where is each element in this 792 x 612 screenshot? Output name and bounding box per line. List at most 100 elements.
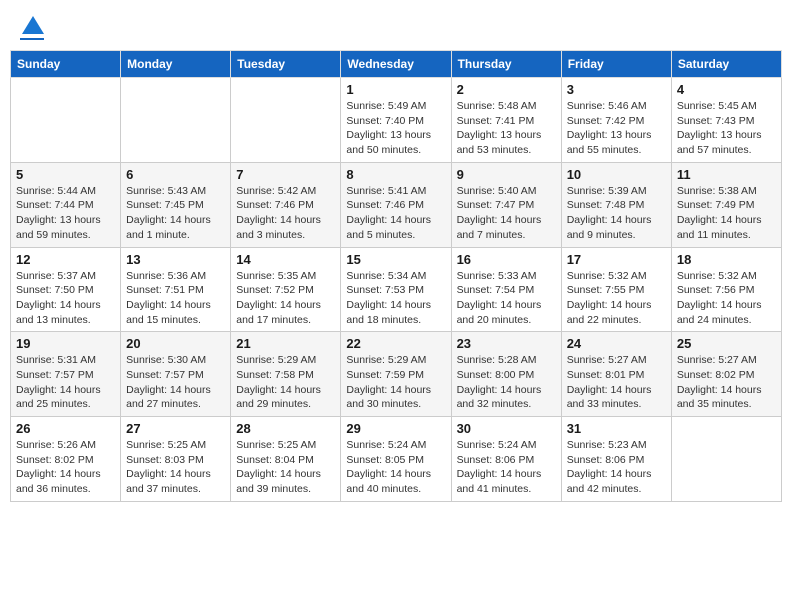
day-number: 11 xyxy=(677,167,776,182)
day-info: Sunrise: 5:29 AMSunset: 7:58 PMDaylight:… xyxy=(236,353,335,412)
calendar-cell xyxy=(121,78,231,163)
calendar-cell: 28 Sunrise: 5:25 AMSunset: 8:04 PMDayligh… xyxy=(231,417,341,502)
calendar-week-4: 19 Sunrise: 5:31 AMSunset: 7:57 PMDayligh… xyxy=(11,332,782,417)
calendar-cell: 14 Sunrise: 5:35 AMSunset: 7:52 PMDayligh… xyxy=(231,247,341,332)
day-number: 10 xyxy=(567,167,666,182)
calendar-cell: 29 Sunrise: 5:24 AMSunset: 8:05 PMDayligh… xyxy=(341,417,451,502)
day-number: 18 xyxy=(677,252,776,267)
day-info: Sunrise: 5:48 AMSunset: 7:41 PMDaylight:… xyxy=(457,99,556,158)
day-info: Sunrise: 5:45 AMSunset: 7:43 PMDaylight:… xyxy=(677,99,776,158)
day-info: Sunrise: 5:44 AMSunset: 7:44 PMDaylight:… xyxy=(16,184,115,243)
day-number: 31 xyxy=(567,421,666,436)
day-info: Sunrise: 5:28 AMSunset: 8:00 PMDaylight:… xyxy=(457,353,556,412)
calendar-cell: 10 Sunrise: 5:39 AMSunset: 7:48 PMDayligh… xyxy=(561,162,671,247)
page-header xyxy=(10,10,782,44)
calendar-week-2: 5 Sunrise: 5:44 AMSunset: 7:44 PMDaylight… xyxy=(11,162,782,247)
day-info: Sunrise: 5:33 AMSunset: 7:54 PMDaylight:… xyxy=(457,269,556,328)
day-info: Sunrise: 5:32 AMSunset: 7:55 PMDaylight:… xyxy=(567,269,666,328)
day-number: 6 xyxy=(126,167,225,182)
day-info: Sunrise: 5:43 AMSunset: 7:45 PMDaylight:… xyxy=(126,184,225,243)
day-number: 15 xyxy=(346,252,445,267)
day-number: 14 xyxy=(236,252,335,267)
day-info: Sunrise: 5:36 AMSunset: 7:51 PMDaylight:… xyxy=(126,269,225,328)
weekday-header-monday: Monday xyxy=(121,51,231,78)
day-number: 7 xyxy=(236,167,335,182)
day-info: Sunrise: 5:29 AMSunset: 7:59 PMDaylight:… xyxy=(346,353,445,412)
weekday-header-thursday: Thursday xyxy=(451,51,561,78)
day-info: Sunrise: 5:25 AMSunset: 8:04 PMDaylight:… xyxy=(236,438,335,497)
weekday-header-wednesday: Wednesday xyxy=(341,51,451,78)
calendar-header-row: SundayMondayTuesdayWednesdayThursdayFrid… xyxy=(11,51,782,78)
calendar-week-3: 12 Sunrise: 5:37 AMSunset: 7:50 PMDayligh… xyxy=(11,247,782,332)
calendar-cell: 9 Sunrise: 5:40 AMSunset: 7:47 PMDaylight… xyxy=(451,162,561,247)
day-number: 5 xyxy=(16,167,115,182)
day-number: 12 xyxy=(16,252,115,267)
day-info: Sunrise: 5:31 AMSunset: 7:57 PMDaylight:… xyxy=(16,353,115,412)
day-info: Sunrise: 5:24 AMSunset: 8:05 PMDaylight:… xyxy=(346,438,445,497)
day-info: Sunrise: 5:35 AMSunset: 7:52 PMDaylight:… xyxy=(236,269,335,328)
day-number: 26 xyxy=(16,421,115,436)
logo-triangle-icon xyxy=(22,14,44,36)
calendar-cell: 16 Sunrise: 5:33 AMSunset: 7:54 PMDayligh… xyxy=(451,247,561,332)
calendar-cell: 27 Sunrise: 5:25 AMSunset: 8:03 PMDayligh… xyxy=(121,417,231,502)
calendar-cell: 23Sunrise: 5:28 AMSunset: 8:00 PMDayligh… xyxy=(451,332,561,417)
day-number: 8 xyxy=(346,167,445,182)
day-number: 25 xyxy=(677,336,776,351)
day-info: Sunrise: 5:26 AMSunset: 8:02 PMDaylight:… xyxy=(16,438,115,497)
day-number: 28 xyxy=(236,421,335,436)
day-info: Sunrise: 5:27 AMSunset: 8:02 PMDaylight:… xyxy=(677,353,776,412)
day-info: Sunrise: 5:34 AMSunset: 7:53 PMDaylight:… xyxy=(346,269,445,328)
day-number: 1 xyxy=(346,82,445,97)
day-info: Sunrise: 5:46 AMSunset: 7:42 PMDaylight:… xyxy=(567,99,666,158)
day-number: 24 xyxy=(567,336,666,351)
day-number: 13 xyxy=(126,252,225,267)
calendar-cell: 3 Sunrise: 5:46 AMSunset: 7:42 PMDaylight… xyxy=(561,78,671,163)
day-info: Sunrise: 5:42 AMSunset: 7:46 PMDaylight:… xyxy=(236,184,335,243)
day-number: 21 xyxy=(236,336,335,351)
day-info: Sunrise: 5:39 AMSunset: 7:48 PMDaylight:… xyxy=(567,184,666,243)
calendar-week-5: 26 Sunrise: 5:26 AMSunset: 8:02 PMDayligh… xyxy=(11,417,782,502)
calendar-table: SundayMondayTuesdayWednesdayThursdayFrid… xyxy=(10,50,782,502)
weekday-header-friday: Friday xyxy=(561,51,671,78)
weekday-header-saturday: Saturday xyxy=(671,51,781,78)
calendar-cell: 25 Sunrise: 5:27 AMSunset: 8:02 PMDayligh… xyxy=(671,332,781,417)
calendar-cell: 13 Sunrise: 5:36 AMSunset: 7:51 PMDayligh… xyxy=(121,247,231,332)
calendar-cell: 21 Sunrise: 5:29 AMSunset: 7:58 PMDayligh… xyxy=(231,332,341,417)
day-info: Sunrise: 5:40 AMSunset: 7:47 PMDaylight:… xyxy=(457,184,556,243)
calendar-cell xyxy=(671,417,781,502)
calendar-cell: 24 Sunrise: 5:27 AMSunset: 8:01 PMDayligh… xyxy=(561,332,671,417)
day-number: 19 xyxy=(16,336,115,351)
day-number: 22 xyxy=(346,336,445,351)
calendar-cell: 18Sunrise: 5:32 AMSunset: 7:56 PMDayligh… xyxy=(671,247,781,332)
day-info: Sunrise: 5:23 AMSunset: 8:06 PMDaylight:… xyxy=(567,438,666,497)
day-number: 29 xyxy=(346,421,445,436)
weekday-header-tuesday: Tuesday xyxy=(231,51,341,78)
calendar-cell: 1 Sunrise: 5:49 AMSunset: 7:40 PMDaylight… xyxy=(341,78,451,163)
day-info: Sunrise: 5:49 AMSunset: 7:40 PMDaylight:… xyxy=(346,99,445,158)
calendar-cell: 17Sunrise: 5:32 AMSunset: 7:55 PMDayligh… xyxy=(561,247,671,332)
day-info: Sunrise: 5:37 AMSunset: 7:50 PMDaylight:… xyxy=(16,269,115,328)
day-number: 9 xyxy=(457,167,556,182)
calendar-cell: 2 Sunrise: 5:48 AMSunset: 7:41 PMDaylight… xyxy=(451,78,561,163)
calendar-cell: 5 Sunrise: 5:44 AMSunset: 7:44 PMDaylight… xyxy=(11,162,121,247)
day-number: 16 xyxy=(457,252,556,267)
calendar-cell xyxy=(231,78,341,163)
day-number: 2 xyxy=(457,82,556,97)
calendar-cell: 22 Sunrise: 5:29 AMSunset: 7:59 PMDayligh… xyxy=(341,332,451,417)
day-number: 3 xyxy=(567,82,666,97)
calendar-cell: 8 Sunrise: 5:41 AMSunset: 7:46 PMDaylight… xyxy=(341,162,451,247)
day-info: Sunrise: 5:25 AMSunset: 8:03 PMDaylight:… xyxy=(126,438,225,497)
calendar-cell: 15 Sunrise: 5:34 AMSunset: 7:53 PMDayligh… xyxy=(341,247,451,332)
day-number: 30 xyxy=(457,421,556,436)
day-info: Sunrise: 5:41 AMSunset: 7:46 PMDaylight:… xyxy=(346,184,445,243)
calendar-cell: 4Sunrise: 5:45 AMSunset: 7:43 PMDaylight… xyxy=(671,78,781,163)
day-info: Sunrise: 5:27 AMSunset: 8:01 PMDaylight:… xyxy=(567,353,666,412)
logo xyxy=(20,18,44,40)
day-number: 27 xyxy=(126,421,225,436)
calendar-cell: 11 Sunrise: 5:38 AMSunset: 7:49 PMDayligh… xyxy=(671,162,781,247)
calendar-cell: 30Sunrise: 5:24 AMSunset: 8:06 PMDayligh… xyxy=(451,417,561,502)
day-info: Sunrise: 5:38 AMSunset: 7:49 PMDaylight:… xyxy=(677,184,776,243)
day-number: 20 xyxy=(126,336,225,351)
calendar-cell: 26 Sunrise: 5:26 AMSunset: 8:02 PMDayligh… xyxy=(11,417,121,502)
calendar-cell: 12 Sunrise: 5:37 AMSunset: 7:50 PMDayligh… xyxy=(11,247,121,332)
